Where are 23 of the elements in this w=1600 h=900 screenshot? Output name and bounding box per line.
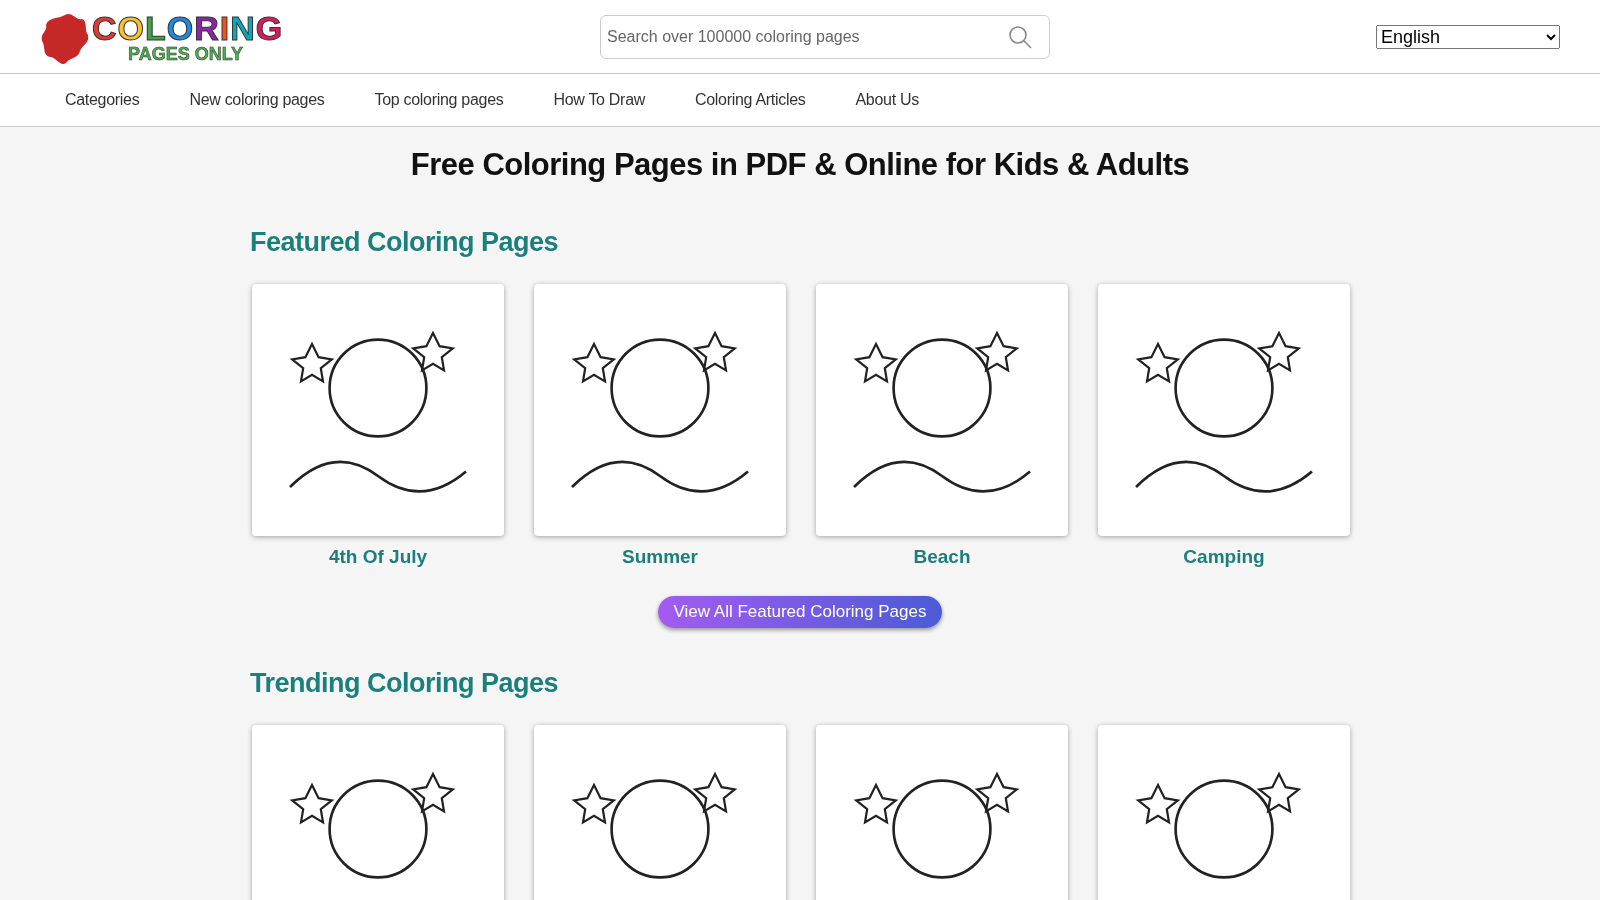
nav-link[interactable]: Top coloring pages	[374, 91, 504, 109]
nav-link[interactable]: How To Draw	[553, 91, 645, 109]
language-select[interactable]: English	[1376, 24, 1560, 49]
nav-link[interactable]: New coloring pages	[189, 91, 325, 109]
logo-tagline: PAGES ONLY	[128, 44, 245, 63]
search-field[interactable]: Search over 100000 coloring pages	[600, 14, 1050, 59]
item-caption[interactable]: Beach	[913, 546, 971, 568]
nav-link[interactable]: About Us	[855, 91, 919, 109]
coloring-page-thumbnail[interactable]	[1098, 284, 1350, 536]
coloring-page-thumbnail[interactable]	[534, 284, 786, 536]
section-heading: Featured Coloring Pages	[250, 227, 560, 258]
search-icon[interactable]	[1008, 24, 1032, 49]
view-all-button[interactable]: View All Featured Coloring Pages	[657, 596, 943, 628]
page-title: Free Coloring Pages in PDF & Online for Kids & Adults	[409, 147, 1191, 183]
nav-link[interactable]: Categories	[65, 91, 140, 109]
section-heading: Trending Coloring Pages	[250, 668, 560, 699]
coloring-page-thumbnail[interactable]	[816, 284, 1068, 536]
coloring-page-thumbnail[interactable]	[252, 284, 504, 536]
item-caption[interactable]: Camping	[1183, 546, 1265, 568]
logo-wordmark[interactable]: COLORING	[92, 10, 284, 45]
item-caption[interactable]: Summer	[622, 546, 698, 568]
nav-link[interactable]: Coloring Articles	[695, 91, 806, 109]
item-caption[interactable]: 4th Of July	[328, 546, 428, 568]
